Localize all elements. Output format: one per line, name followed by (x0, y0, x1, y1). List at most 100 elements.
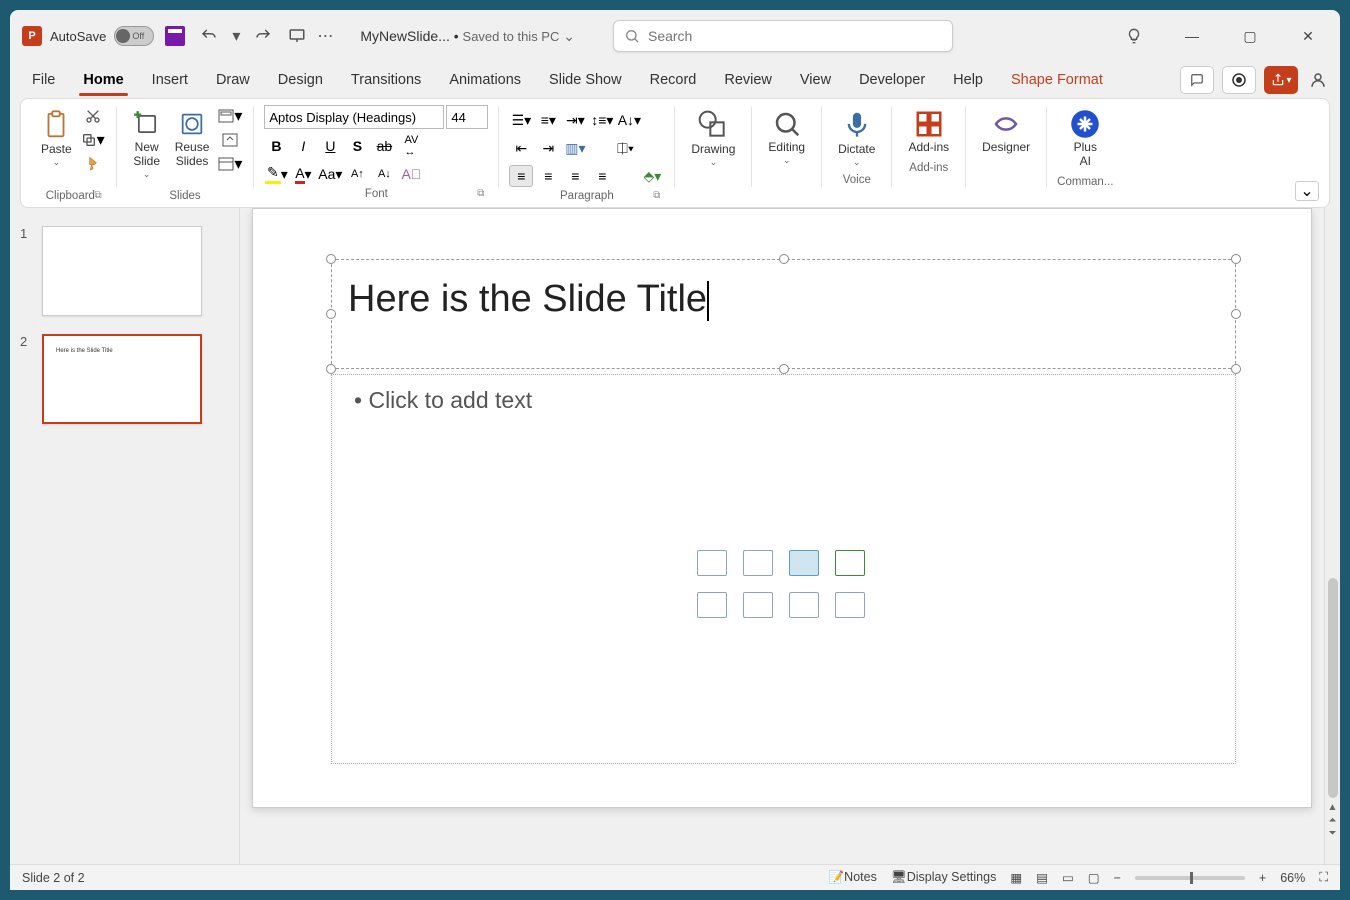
search-input[interactable] (648, 28, 942, 44)
cameo-icon[interactable] (697, 592, 727, 618)
zoom-out-button[interactable]: − (1114, 871, 1121, 885)
tab-home[interactable]: Home (71, 66, 135, 94)
align-left-button[interactable]: ≡ (509, 165, 533, 187)
bold-button[interactable]: B (264, 135, 288, 157)
tab-file[interactable]: File (20, 66, 67, 94)
smartart-button[interactable]: ⬘▾ (640, 165, 664, 187)
zoom-level[interactable]: 66% (1280, 871, 1305, 885)
resize-handle[interactable] (1231, 364, 1241, 374)
scrollbar-thumb[interactable] (1328, 578, 1338, 798)
slide-thumbnail-1[interactable] (42, 226, 202, 316)
reuse-slides-button[interactable]: Reuse Slides (169, 105, 216, 173)
text-direction-button[interactable]: A↓▾ (617, 109, 641, 131)
tab-view[interactable]: View (788, 66, 843, 94)
slide-thumbnail-2[interactable]: Here is the Slide Title (42, 334, 202, 424)
designer-button[interactable]: Designer (976, 105, 1036, 159)
line-spacing-button[interactable]: ↕≡▾ (590, 109, 614, 131)
tab-transitions[interactable]: Transitions (339, 66, 433, 94)
record-button[interactable] (1222, 66, 1256, 94)
tab-shape-format[interactable]: Shape Format (999, 66, 1115, 94)
chevron-down-icon[interactable]: ⌄ (563, 28, 575, 44)
paste-button[interactable]: Paste ⌄ (35, 105, 78, 171)
layout-button[interactable]: ▾ (217, 105, 243, 127)
tab-draw[interactable]: Draw (204, 66, 262, 94)
paragraph-dialog-launcher[interactable]: ⧉ (653, 190, 660, 201)
justify-button[interactable]: ≡ (590, 165, 614, 187)
resize-handle[interactable] (779, 364, 789, 374)
autosave-toggle[interactable]: Off (114, 26, 154, 46)
body-textbox[interactable]: Click to add text (331, 374, 1236, 764)
icons-icon[interactable] (789, 550, 819, 576)
change-case-button[interactable]: Aa▾ (318, 163, 342, 185)
save-button[interactable] (162, 23, 188, 49)
fit-window-button[interactable]: ⛶ (1319, 870, 1328, 885)
tips-button[interactable] (1114, 21, 1154, 51)
tab-insert[interactable]: Insert (140, 66, 200, 94)
pictures-icon[interactable] (743, 550, 773, 576)
dictate-button[interactable]: Dictate⌄ (832, 105, 881, 171)
char-spacing-button[interactable]: AV↔ (399, 135, 423, 157)
plusai-button[interactable]: Plus AI (1064, 105, 1106, 173)
resize-handle[interactable] (1231, 309, 1241, 319)
undo-button[interactable] (196, 23, 222, 49)
start-slideshow-button[interactable] (284, 23, 310, 49)
account-button[interactable] (1306, 65, 1330, 95)
font-color-button[interactable]: A▾ (291, 163, 315, 185)
italic-button[interactable]: I (291, 135, 315, 157)
numbering-button[interactable]: ≡▾ (536, 109, 560, 131)
decrease-indent-button[interactable]: ⇤ (509, 137, 533, 159)
comments-button[interactable] (1180, 66, 1214, 94)
clear-format-button[interactable]: A⃠ (399, 163, 423, 185)
prev-slide-icon[interactable]: ⏶ (1329, 815, 1337, 826)
video-icon[interactable] (743, 592, 773, 618)
tab-animations[interactable]: Animations (437, 66, 533, 94)
undo-dropdown[interactable]: ▾ (230, 23, 242, 49)
highlight-button[interactable]: ✎▾ (264, 163, 288, 185)
resize-handle[interactable] (326, 364, 336, 374)
grow-font-button[interactable]: A↑ (345, 163, 369, 185)
tab-record[interactable]: Record (638, 66, 709, 94)
align-text-button[interactable]: ⎅▾ (613, 137, 637, 159)
qat-customize[interactable]: ⋯ (318, 23, 332, 49)
notes-button[interactable]: 📝Notes (829, 870, 877, 885)
sorter-view-button[interactable]: ▤ (1036, 870, 1048, 885)
align-center-button[interactable]: ≡ (536, 165, 560, 187)
increase-indent-button[interactable]: ⇥ (536, 137, 560, 159)
resize-handle[interactable] (1231, 254, 1241, 264)
copy-button[interactable]: ▾ (80, 129, 106, 151)
cut-button[interactable] (80, 105, 106, 127)
format-painter-button[interactable] (80, 153, 106, 175)
zoom-in-button[interactable]: + (1259, 871, 1266, 885)
shrink-font-button[interactable]: A↓ (372, 163, 396, 185)
reset-button[interactable] (217, 129, 243, 151)
redo-button[interactable] (250, 23, 276, 49)
chart-icon[interactable] (835, 592, 865, 618)
collapse-ribbon-button[interactable]: ⌄ (1295, 181, 1319, 201)
addins-button[interactable]: Add-ins (902, 105, 955, 159)
slide-canvas-area[interactable]: Here is the Slide Title Click to add tex… (240, 208, 1324, 864)
tab-developer[interactable]: Developer (847, 66, 937, 94)
title-text[interactable]: Here is the Slide Title (348, 278, 709, 321)
tab-slideshow[interactable]: Slide Show (537, 66, 634, 94)
title-textbox[interactable]: Here is the Slide Title (331, 259, 1236, 369)
shadow-button[interactable]: S (345, 135, 369, 157)
table-icon[interactable] (789, 592, 819, 618)
font-dialog-launcher[interactable]: ⧉ (477, 188, 484, 199)
clipboard-dialog-launcher[interactable]: ⧉ (95, 190, 102, 201)
next-slide-icon[interactable]: ⏷ (1329, 828, 1337, 839)
minimize-button[interactable]: — (1172, 21, 1212, 51)
font-size-combo[interactable] (446, 105, 488, 129)
columns-button[interactable]: ▥▾ (563, 137, 587, 159)
align-right-button[interactable]: ≡ (563, 165, 587, 187)
vertical-scrollbar[interactable]: ▲ ⏶ ⏷ (1324, 208, 1340, 864)
smartart-icon[interactable] (835, 550, 865, 576)
section-button[interactable]: ▾ (217, 153, 243, 175)
tab-design[interactable]: Design (266, 66, 335, 94)
resize-handle[interactable] (326, 309, 336, 319)
body-placeholder-text[interactable]: Click to add text (354, 387, 532, 414)
new-slide-button[interactable]: New Slide⌄ (127, 105, 167, 183)
tab-review[interactable]: Review (712, 66, 784, 94)
editing-button[interactable]: Editing⌄ (762, 105, 811, 169)
zoom-slider[interactable] (1135, 876, 1245, 880)
close-button[interactable]: ✕ (1288, 21, 1328, 51)
